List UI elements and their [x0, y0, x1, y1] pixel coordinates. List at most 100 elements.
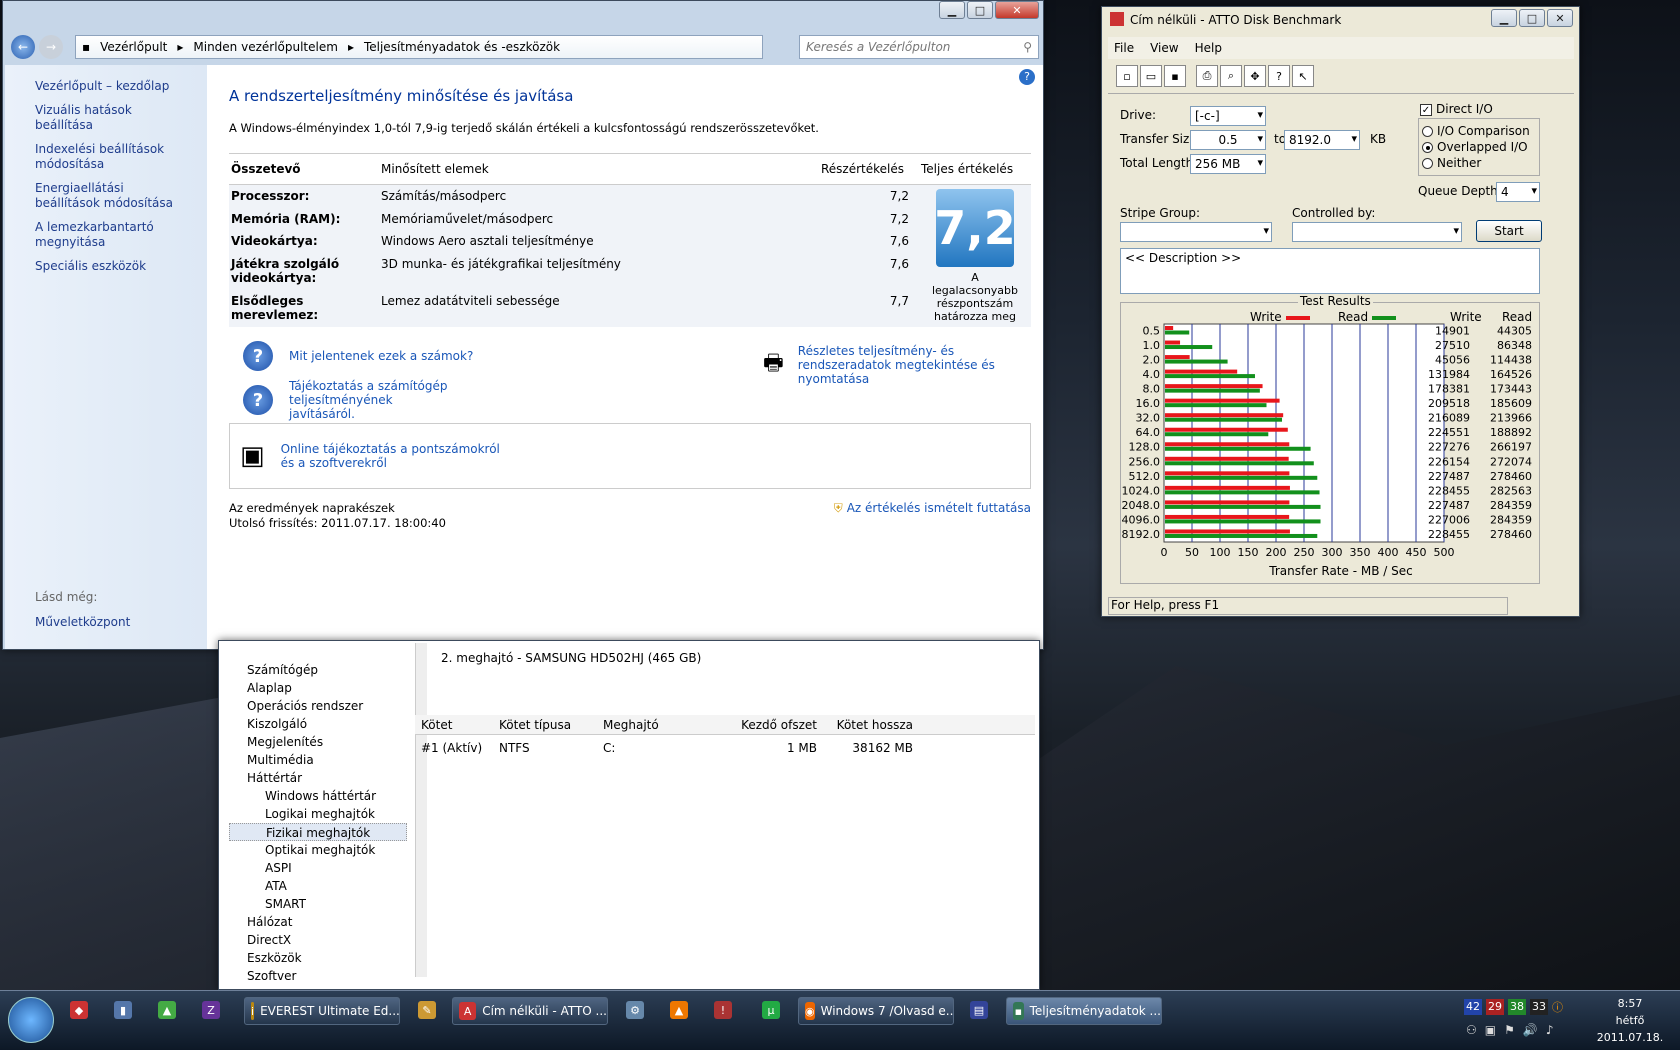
transfer-to-select[interactable]: 8192.0 — [1284, 130, 1360, 150]
network-icon[interactable]: ⚇ — [1466, 1023, 1477, 1037]
drive-select[interactable]: [-c-] — [1190, 106, 1266, 126]
quicklaunch-icon[interactable]: ▲ — [158, 1001, 176, 1019]
sidebar-home[interactable]: Vezérlőpult – kezdőlap — [35, 79, 185, 94]
atto-window[interactable]: Cím nélküli - ATTO Disk Benchmark ▁ □ ✕ … — [1101, 6, 1580, 617]
taskbar-everest[interactable]: i EVEREST Ultimate Ed... — [244, 997, 400, 1025]
sidebar-disk-cleanup[interactable]: A lemezkarbantartó megnyitása — [35, 220, 185, 250]
warning-icon[interactable]: ⓘ — [1552, 999, 1563, 1015]
vlc-icon[interactable]: ▲ — [670, 1001, 688, 1019]
utorrent-icon[interactable]: µ — [762, 1001, 780, 1019]
back-button[interactable]: ← — [11, 35, 35, 59]
start-button[interactable]: Start — [1476, 220, 1542, 242]
sidebar-indexing[interactable]: Indexelési beállítások módosítása — [35, 142, 185, 172]
breadcrumb-1[interactable]: Minden vezérlőpultelem — [193, 40, 338, 54]
print-icon[interactable]: ⎙ — [1196, 65, 1218, 87]
tree-item[interactable]: Logikai meghajtók — [229, 805, 407, 823]
tree-item[interactable]: Megjelenítés — [229, 733, 407, 751]
flag-icon[interactable]: ⚑ — [1504, 1023, 1515, 1037]
minimize-button[interactable]: ▁ — [939, 1, 965, 19]
tree-item[interactable]: Alaplap — [229, 679, 407, 697]
tree-scrollbar[interactable] — [415, 643, 427, 977]
tree-item[interactable]: ATA — [229, 877, 407, 895]
rerun-link[interactable]: Az értékelés ismételt futtatása — [847, 501, 1031, 516]
close-button[interactable]: ✕ — [1547, 9, 1573, 27]
taskbar-control-panel[interactable]: ▪ Teljesítményadatok ... — [1006, 997, 1162, 1025]
move-icon[interactable]: ✥ — [1244, 65, 1266, 87]
queue-depth-select[interactable]: 4 — [1496, 182, 1540, 202]
taskbar-atto[interactable]: A Cím nélküli - ATTO ... — [452, 997, 608, 1025]
disk-icon[interactable]: ▤ — [970, 1001, 988, 1019]
tree-item[interactable]: ASPI — [229, 859, 407, 877]
tree-item[interactable]: Hálózat — [229, 913, 407, 931]
x-tick-label: 200 — [1266, 546, 1287, 559]
stripe-group-select[interactable] — [1120, 222, 1272, 242]
menu-help[interactable]: Help — [1195, 41, 1222, 55]
total-length-select[interactable]: 256 MB — [1190, 154, 1266, 174]
value-write: 227487 — [1428, 499, 1470, 512]
everest-window[interactable]: Számítógép Alaplap Operációs rendszer Ki… — [218, 640, 1040, 990]
action-center-link[interactable]: Műveletközpont — [35, 615, 185, 630]
tree-item-selected[interactable]: Fizikai meghajtók — [229, 823, 407, 841]
breadcrumb-2[interactable]: Teljesítményadatok és -eszközök — [364, 40, 560, 54]
sidebar-visual-effects[interactable]: Vizuális hatások beállítása — [35, 103, 185, 133]
app-icon[interactable]: ! — [714, 1001, 732, 1019]
print-preview-icon[interactable]: ⌕ — [1220, 65, 1242, 87]
menu-view[interactable]: View — [1150, 41, 1178, 55]
tree-item[interactable]: Szoftver — [229, 967, 407, 985]
tree-item[interactable]: Számítógép — [229, 661, 407, 679]
save-icon[interactable]: ▪ — [1164, 65, 1186, 87]
tree-item[interactable]: Windows háttértár — [229, 787, 407, 805]
io-comparison-radio[interactable]: I/O Comparison — [1422, 124, 1530, 138]
close-button[interactable]: ✕ — [995, 1, 1039, 19]
volume-icon[interactable]: 🔊 — [1523, 1023, 1538, 1037]
minimize-button[interactable]: ▁ — [1491, 9, 1517, 27]
help-icon[interactable]: ? — [1268, 65, 1290, 87]
control-panel-window[interactable]: ▁ □ ✕ ← → ▪ Vezérlőpult ▸ Minden vezérlőp… — [2, 0, 1044, 650]
speaker-icon[interactable]: ♪ — [1546, 1023, 1554, 1037]
maximize-button[interactable]: □ — [967, 1, 993, 19]
maximize-button[interactable]: □ — [1519, 9, 1545, 27]
online-info-link[interactable]: Online tájékoztatás a pontszámokról és a… — [281, 442, 511, 470]
help-link-improve[interactable]: Tájékoztatás a számítógép teljesítményén… — [289, 379, 459, 421]
quicklaunch-icon[interactable]: Z — [202, 1001, 220, 1019]
quicklaunch-icon[interactable]: ◆ — [70, 1001, 88, 1019]
search-input[interactable]: Keresés a Vezérlőpulton ⚲ — [799, 35, 1039, 59]
transfer-from-select[interactable]: 0.5 — [1190, 130, 1266, 150]
help-link-numbers[interactable]: Mit jelentenek ezek a számok? — [289, 349, 473, 363]
description-field[interactable]: << Description >> — [1120, 248, 1540, 294]
sidebar-power[interactable]: Energiaellátási beállítások módosítása — [35, 181, 185, 211]
taskbar-firefox[interactable]: ◉ Windows 7 /Olvasd e... — [798, 997, 954, 1025]
table-row[interactable]: #1 (Aktív) NTFS C: 1 MB 38162 MB — [415, 741, 1035, 755]
start-orb[interactable] — [8, 997, 54, 1043]
address-bar[interactable]: ▪ Vezérlőpult ▸ Minden vezérlőpultelem ▸ T… — [75, 35, 763, 59]
help-icon[interactable]: ? — [1019, 69, 1035, 85]
last-update: Utolsó frissítés: 2011.07.17. 18:00:40 — [229, 516, 446, 530]
open-icon[interactable]: ▭ — [1140, 65, 1162, 87]
drive-item[interactable]: 2. meghajtó - SAMSUNG HD502HJ (465 GB) — [441, 651, 701, 665]
paint-icon[interactable]: ✎ — [418, 1001, 436, 1019]
tree-item[interactable]: Operációs rendszer — [229, 697, 407, 715]
clock[interactable]: 8:57 hétfő 2011.07.18. — [1590, 995, 1670, 1046]
menu-file[interactable]: File — [1114, 41, 1134, 55]
tree-item[interactable]: DirectX — [229, 931, 407, 949]
save-tray-icon[interactable]: ▣ — [1485, 1023, 1496, 1037]
tree-item[interactable]: Háttértár — [229, 769, 407, 787]
sidebar-advanced-tools[interactable]: Speciális eszközök — [35, 259, 185, 274]
controlled-by-select[interactable] — [1292, 222, 1462, 242]
gear-icon[interactable]: ⚙ — [626, 1001, 644, 1019]
y-tick-label: 2048.0 — [1122, 499, 1161, 512]
forward-button[interactable]: → — [39, 35, 63, 59]
new-icon[interactable]: ▫ — [1116, 65, 1138, 87]
tree-item[interactable]: Eszközök — [229, 949, 407, 967]
print-details-link[interactable]: Részletes teljesítmény- és rendszeradato… — [798, 344, 1018, 386]
quicklaunch-icon[interactable]: ▮ — [114, 1001, 132, 1019]
tree-item[interactable]: SMART — [229, 895, 407, 913]
overlapped-io-radio[interactable]: Overlapped I/O — [1422, 140, 1528, 154]
breadcrumb-0[interactable]: Vezérlőpult — [100, 40, 167, 54]
tree-item[interactable]: Multimédia — [229, 751, 407, 769]
context-help-icon[interactable]: ↖ — [1292, 65, 1314, 87]
tree-item[interactable]: Kiszolgáló — [229, 715, 407, 733]
neither-radio[interactable]: Neither — [1422, 156, 1481, 170]
direct-io-checkbox[interactable]: ✓ Direct I/O — [1420, 102, 1493, 116]
tree-item[interactable]: Optikai meghajtók — [229, 841, 407, 859]
